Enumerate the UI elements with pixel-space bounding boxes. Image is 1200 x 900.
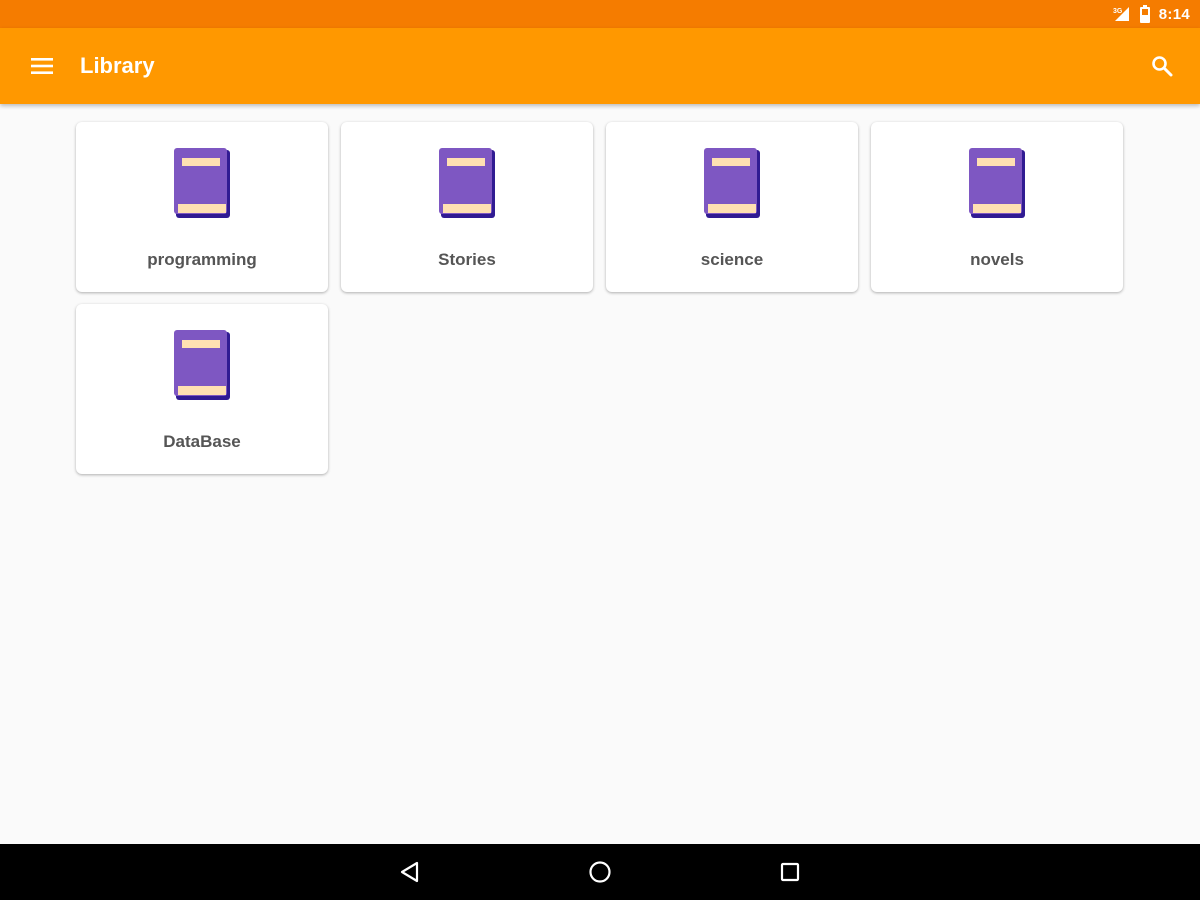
- back-icon: [400, 861, 419, 883]
- book-icon: [174, 148, 230, 218]
- category-label: Stories: [438, 250, 496, 269]
- category-grid: programming Stories science novels DataB…: [76, 122, 1126, 474]
- home-icon: [589, 861, 611, 883]
- category-card-science[interactable]: science: [606, 122, 858, 292]
- category-card-programming[interactable]: programming: [76, 122, 328, 292]
- navigation-bar: [0, 844, 1200, 900]
- status-bar: 3G 8:14: [0, 0, 1200, 28]
- category-card-stories[interactable]: Stories: [341, 122, 593, 292]
- status-clock: 8:14: [1158, 5, 1190, 23]
- search-icon: [1152, 56, 1173, 77]
- category-card-database[interactable]: DataBase: [76, 304, 328, 474]
- book-icon: [969, 148, 1025, 218]
- back-button[interactable]: [394, 856, 426, 888]
- recents-button[interactable]: [774, 856, 806, 888]
- search-button[interactable]: [1146, 50, 1178, 82]
- book-icon: [704, 148, 760, 218]
- page-title: Library: [80, 53, 155, 78]
- signal-icon: 3G: [1113, 6, 1131, 22]
- book-icon: [439, 148, 495, 218]
- category-label: programming: [147, 250, 257, 269]
- recents-icon: [780, 862, 800, 882]
- menu-icon: [31, 58, 53, 74]
- category-label: DataBase: [163, 432, 241, 451]
- book-icon: [174, 330, 230, 400]
- svg-text:3G: 3G: [1113, 8, 1123, 15]
- battery-icon: [1139, 5, 1151, 23]
- category-card-novels[interactable]: novels: [871, 122, 1123, 292]
- app-bar: Library: [0, 28, 1200, 104]
- category-label: novels: [970, 250, 1024, 269]
- category-label: science: [700, 250, 764, 269]
- menu-button[interactable]: [26, 50, 58, 82]
- home-button[interactable]: [584, 856, 616, 888]
